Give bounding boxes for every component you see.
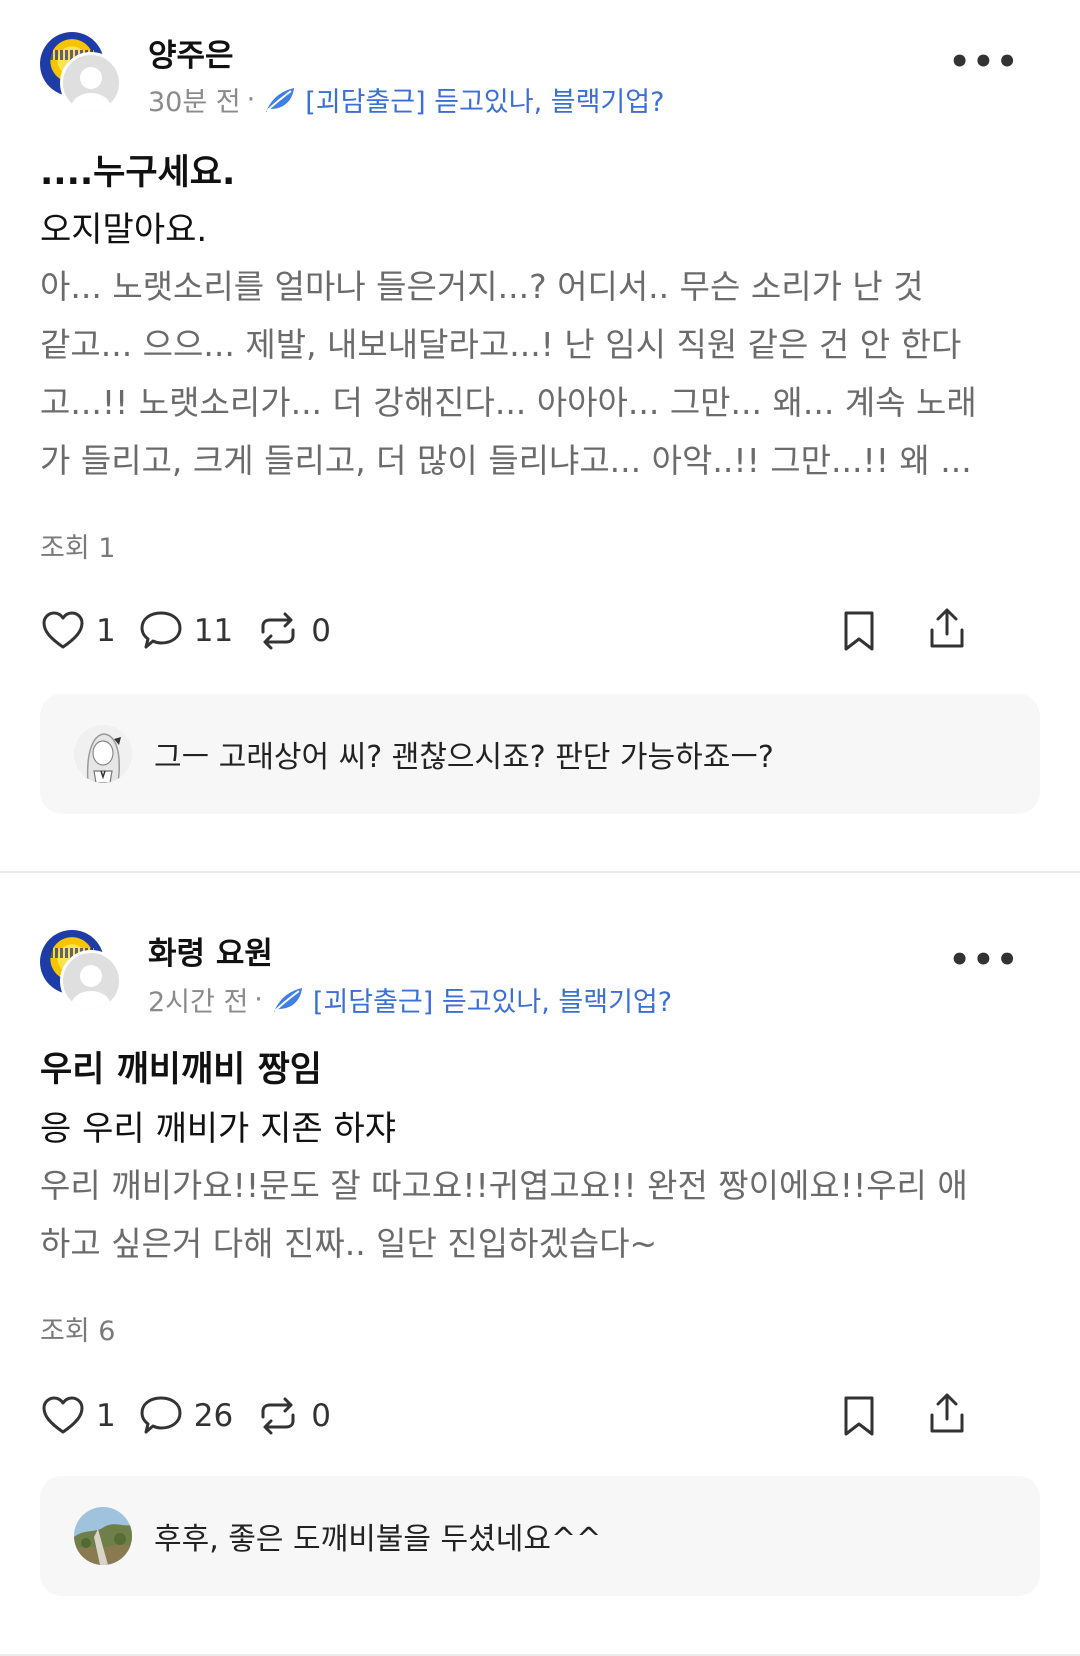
like-count: 1 — [96, 613, 116, 649]
reply-avatar[interactable] — [74, 1507, 132, 1565]
timestamp: 30분 전 — [148, 87, 241, 118]
post-title: 우리 깨비깨비 짱임 — [40, 1050, 322, 1090]
share-icon — [930, 1393, 964, 1433]
action-bar: 1 11 0 — [40, 606, 353, 656]
comment-button[interactable]: 11 — [138, 608, 233, 654]
leaf-icon — [263, 85, 297, 115]
post-subtitle: 응 우리 깨비가 지존 하쟈 — [40, 1109, 397, 1149]
user-avatar[interactable] — [40, 930, 122, 1012]
post-body-line: 아... 노랫소리를 얼마나 들은거지...? 어디서.. 무슨 소리가 난 것 — [40, 267, 924, 306]
repost-icon — [261, 612, 295, 650]
post-body-line: 고...!! 노랫소리가... 더 강해진다... 아아아... 그만... 왜… — [40, 383, 977, 422]
post-title: ....누구세요. — [40, 153, 236, 193]
heart-icon — [42, 611, 84, 649]
comment-icon — [140, 611, 182, 649]
post-body[interactable]: 우리 깨비가요!!문도 잘 따고요!!귀엽고요!! 완전 짱이에요!!우리 애 … — [40, 1157, 1040, 1273]
share-icon — [930, 608, 964, 648]
like-button[interactable]: 1 — [40, 608, 116, 654]
post-subtitle: 오지말아요. — [40, 210, 208, 250]
repost-count: 0 — [311, 1398, 331, 1434]
more-options-icon[interactable]: ••• — [949, 943, 1020, 977]
like-count: 1 — [96, 1398, 116, 1434]
post-meta: 2시간 전 · [괴담출근] 듣고있나, 블랙기업? — [148, 980, 672, 1019]
post-body-line: 같고... 으으... 제발, 내보내달라고...! 난 임시 직원 같은 건 … — [40, 325, 962, 364]
share-button[interactable] — [924, 606, 970, 652]
reply-preview[interactable]: 후후, 좋은 도깨비불을 두셨네요^^ — [40, 1476, 1040, 1596]
repost-icon — [261, 1397, 295, 1435]
repost-button[interactable]: 0 — [255, 1393, 331, 1439]
more-options-icon[interactable]: ••• — [949, 45, 1020, 79]
repost-count: 0 — [311, 613, 331, 649]
leaf-icon — [271, 985, 305, 1015]
post-body-line: 가 들리고, 크게 들리고, 더 많이 들리냐고... 아악..!! 그만...… — [40, 441, 972, 480]
comment-count: 26 — [193, 1398, 234, 1434]
reply-preview[interactable]: 그ㅡ 고래상어 씨? 괜찮으시죠? 판단 가능하죠ㅡ? — [40, 694, 1040, 814]
action-bar: 1 26 0 — [40, 1391, 353, 1441]
reply-text: 후후, 좋은 도깨비불을 두셨네요^^ — [154, 1522, 602, 1557]
user-avatar[interactable] — [40, 32, 122, 114]
view-count: 조회 1 — [40, 533, 116, 564]
feed-post: 화령 요원 2시간 전 · [괴담출근] 듣고있나, 블랙기업? ••• 우리 … — [0, 873, 1080, 1656]
reply-text: 그ㅡ 고래상어 씨? 괜찮으시죠? 판단 가능하죠ㅡ? — [154, 740, 774, 775]
repost-button[interactable]: 0 — [255, 608, 331, 654]
comment-button[interactable]: 26 — [138, 1393, 233, 1439]
separator-dot: · — [254, 984, 263, 1015]
view-count: 조회 6 — [40, 1316, 116, 1347]
topic-link[interactable]: [괴담출근] 듣고있나, 블랙기업? — [313, 980, 672, 1019]
reply-avatar[interactable] — [74, 725, 132, 783]
bookmark-button[interactable] — [836, 608, 882, 654]
default-profile-icon — [60, 52, 122, 114]
default-profile-icon — [60, 950, 122, 1012]
feed-post: 양주은 30분 전 · [괴담출근] 듣고있나, 블랙기업? ••• ....누… — [0, 0, 1080, 873]
like-button[interactable]: 1 — [40, 1393, 116, 1439]
share-button[interactable] — [924, 1391, 970, 1437]
bookmark-icon — [844, 1396, 874, 1436]
username[interactable]: 양주은 — [148, 30, 234, 75]
post-meta: 30분 전 · [괴담출근] 듣고있나, 블랙기업? — [148, 80, 664, 119]
username[interactable]: 화령 요원 — [148, 928, 273, 973]
bookmark-icon — [844, 611, 874, 651]
comment-icon — [140, 1396, 182, 1434]
post-body-line: 하고 싶은거 다해 진짜.. 일단 진입하겠습다~ — [40, 1224, 658, 1263]
heart-icon — [42, 1396, 84, 1434]
topic-link[interactable]: [괴담출근] 듣고있나, 블랙기업? — [305, 80, 664, 119]
separator-dot: · — [246, 84, 256, 115]
timestamp: 2시간 전 — [148, 987, 249, 1018]
bookmark-button[interactable] — [836, 1393, 882, 1439]
post-body[interactable]: 아... 노랫소리를 얼마나 들은거지...? 어디서.. 무슨 소리가 난 것… — [40, 258, 1040, 490]
post-body-line: 우리 깨비가요!!문도 잘 따고요!!귀엽고요!! 완전 짱이에요!!우리 애 — [40, 1166, 968, 1205]
comment-count: 11 — [193, 613, 234, 649]
